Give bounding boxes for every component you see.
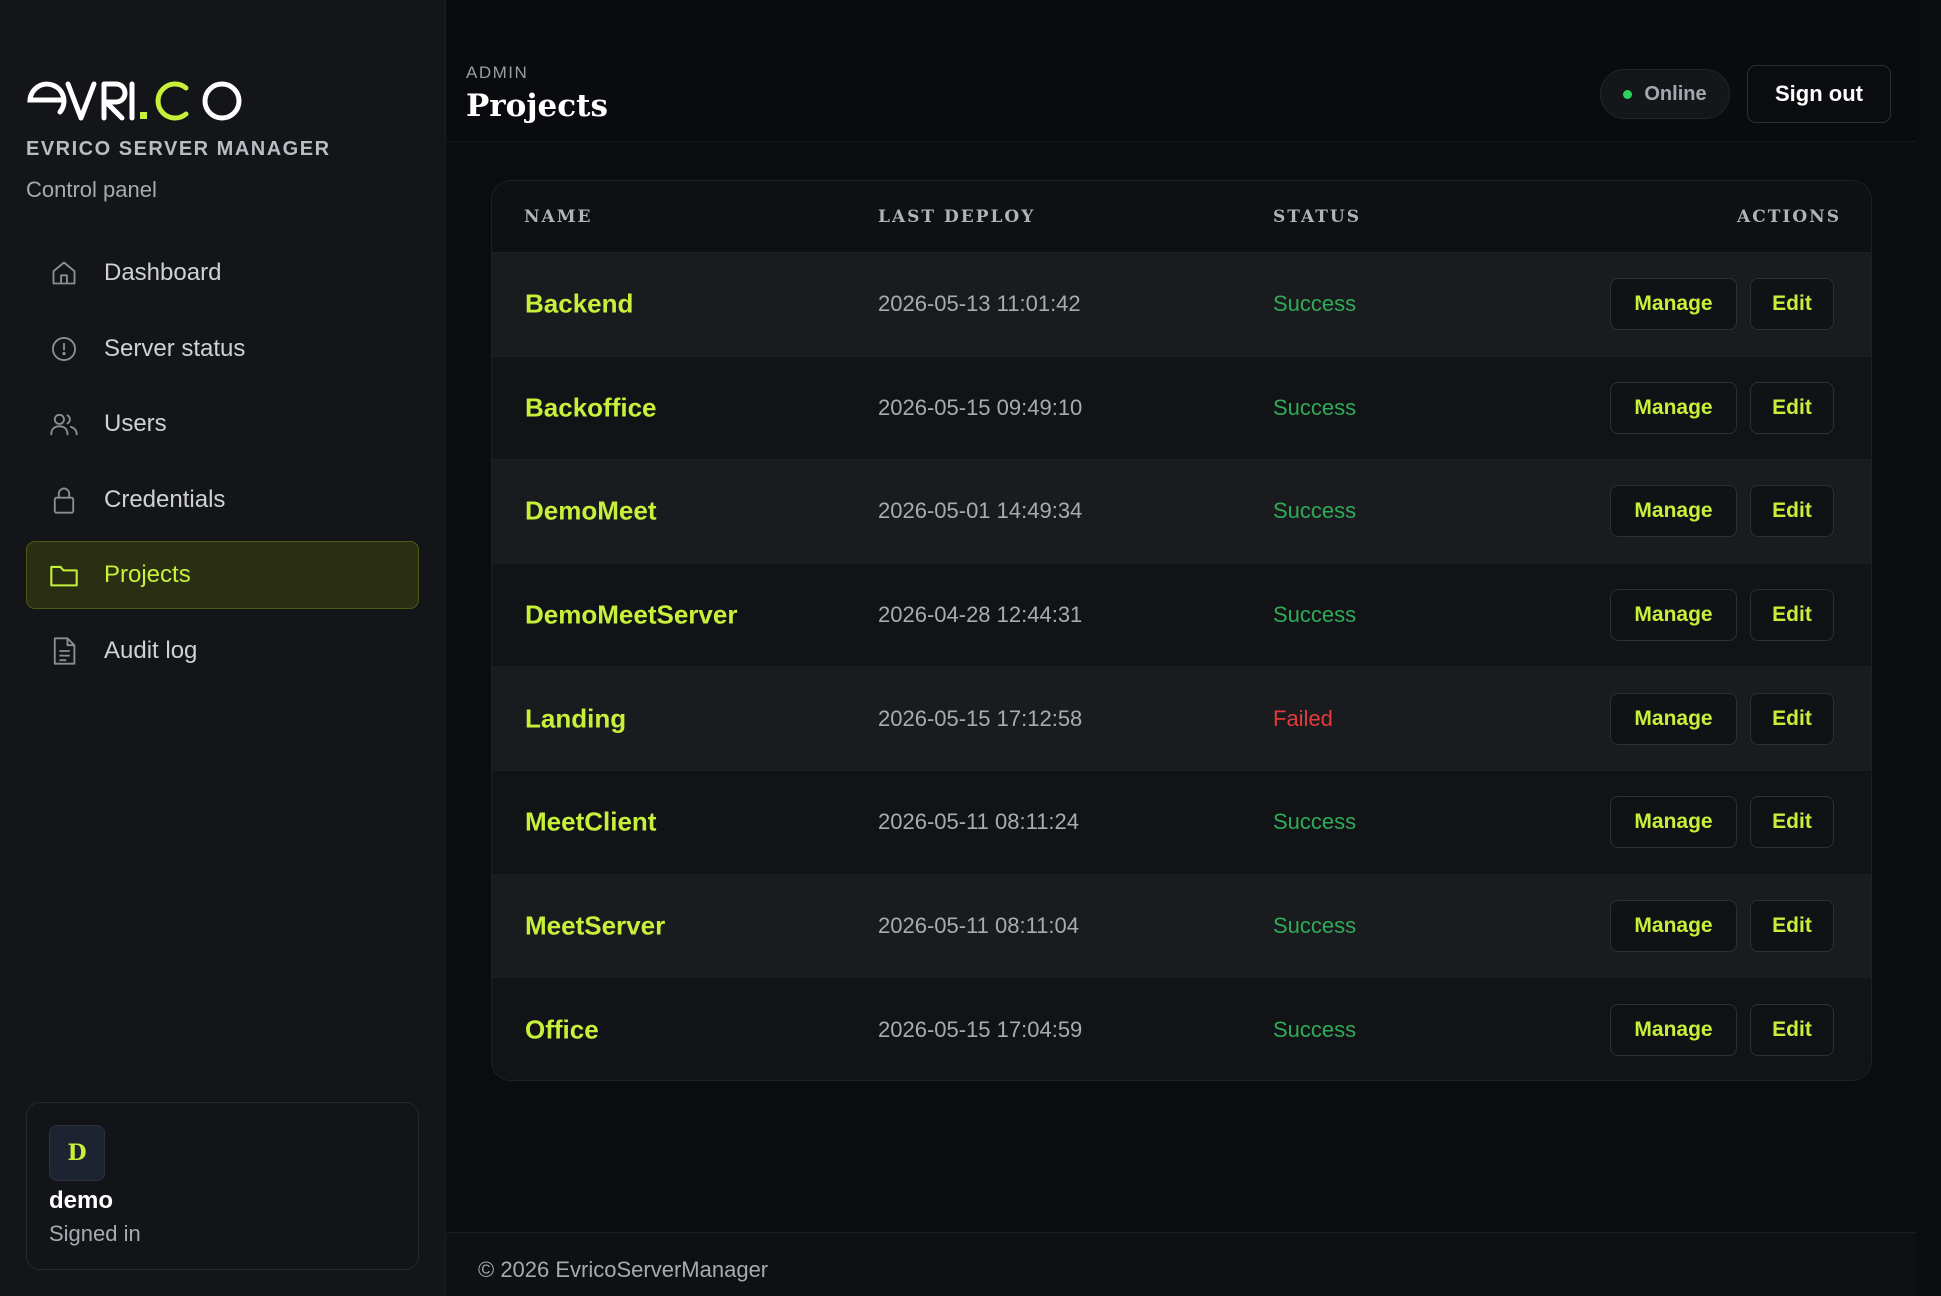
projects-table: NAME LAST DEPLOY STATUS ACTIONS Backend … <box>491 180 1872 1081</box>
sidebar-item-label: Projects <box>104 561 191 588</box>
manage-button[interactable]: Manage <box>1610 278 1737 331</box>
edit-button[interactable]: Edit <box>1750 899 1834 952</box>
status-cell: Failed <box>1273 705 1333 731</box>
project-name-link[interactable]: Landing <box>525 703 626 734</box>
sidebar-item-audit-log[interactable]: Audit log <box>26 617 419 685</box>
status-cell: Success <box>1273 912 1357 938</box>
table-row: MeetServer 2026-05-11 08:11:04 Success M… <box>492 874 1871 979</box>
column-header-actions: ACTIONS <box>1737 207 1841 227</box>
brand-subtitle: Control panel <box>26 177 157 202</box>
status-cell: Success <box>1273 291 1357 317</box>
manage-button[interactable]: Manage <box>1610 485 1737 538</box>
sidebar-item-projects[interactable]: Projects <box>26 541 419 609</box>
status-cell: Success <box>1273 1016 1357 1042</box>
project-name-link[interactable]: Backoffice <box>525 392 657 423</box>
sidebar: EVRICO SERVER MANAGER Control panel Dash… <box>0 0 446 1296</box>
table-row: DemoMeet 2026-05-01 14:49:34 Success Man… <box>492 460 1871 564</box>
manage-button[interactable]: Manage <box>1610 899 1737 952</box>
edit-button[interactable]: Edit <box>1750 485 1834 538</box>
edit-button[interactable]: Edit <box>1750 1003 1834 1056</box>
project-name-link[interactable]: DemoMeet <box>525 496 656 527</box>
edit-button[interactable]: Edit <box>1750 278 1834 331</box>
folder-icon <box>49 560 79 590</box>
last-deploy-cell: 2026-05-15 17:04:59 <box>878 1016 1083 1042</box>
sidebar-item-credentials[interactable]: Credentials <box>26 466 419 534</box>
home-icon <box>49 258 79 288</box>
edit-button[interactable]: Edit <box>1750 692 1834 745</box>
avatar: D <box>49 1125 105 1181</box>
manage-button[interactable]: Manage <box>1610 589 1737 642</box>
last-deploy-cell: 2026-05-13 11:01:42 <box>878 291 1081 317</box>
last-deploy-cell: 2026-05-15 09:49:10 <box>878 394 1083 420</box>
table-row: MeetClient 2026-05-11 08:11:24 Success M… <box>492 770 1871 875</box>
sidebar-item-label: Credentials <box>104 485 226 513</box>
edit-button[interactable]: Edit <box>1750 381 1834 434</box>
online-status-label: Online <box>1644 82 1707 105</box>
status-cell: Success <box>1273 498 1357 524</box>
user-name: demo <box>49 1187 114 1214</box>
column-header-status: STATUS <box>1273 207 1362 227</box>
page-footer: © 2026 EvricoServerManager <box>446 1232 1916 1296</box>
copyright-text: © 2026 EvricoServerManager <box>478 1257 769 1282</box>
manage-button[interactable]: Manage <box>1610 381 1737 434</box>
table-row: Backoffice 2026-05-15 09:49:10 Success M… <box>492 356 1871 461</box>
edit-button[interactable]: Edit <box>1750 796 1834 849</box>
last-deploy-cell: 2026-05-01 14:49:34 <box>878 498 1083 524</box>
lock-icon <box>49 485 79 515</box>
sidebar-item-label: Audit log <box>104 636 198 664</box>
evrico-logo <box>27 81 242 121</box>
document-icon <box>49 636 79 666</box>
brand-title: EVRICO SERVER MANAGER <box>26 138 331 160</box>
online-dot-icon <box>1623 89 1633 99</box>
status-cell: Success <box>1273 809 1357 835</box>
column-header-last-deploy: LAST DEPLOY <box>878 207 1036 227</box>
sidebar-item-label: Users <box>104 410 167 437</box>
project-name-link[interactable]: Backend <box>525 289 633 320</box>
sidebar-item-label: Dashboard <box>104 259 222 286</box>
users-icon <box>49 409 79 439</box>
sidebar-item-label: Server status <box>104 334 246 362</box>
table-row: Backend 2026-05-13 11:01:42 Success Mana… <box>492 253 1871 357</box>
project-name-link[interactable]: Office <box>525 1014 599 1045</box>
table-body: Backend 2026-05-13 11:01:42 Success Mana… <box>492 253 1871 1080</box>
edit-button[interactable]: Edit <box>1750 589 1834 642</box>
sidebar-item-dashboard[interactable]: Dashboard <box>26 239 419 307</box>
sidebar-item-users[interactable]: Users <box>26 390 419 458</box>
table-row: DemoMeetServer 2026-04-28 12:44:31 Succe… <box>492 563 1871 668</box>
project-name-link[interactable]: MeetServer <box>525 910 665 941</box>
status-cell: Success <box>1273 602 1357 628</box>
sidebar-item-server-status[interactable]: Server status <box>26 315 419 383</box>
sidebar-nav: Dashboard Server status Users Credential… <box>26 239 419 692</box>
manage-button[interactable]: Manage <box>1610 692 1737 745</box>
page-header: ADMIN Projects Online Sign out <box>446 0 1916 142</box>
manage-button[interactable]: Manage <box>1610 796 1737 849</box>
sign-out-button[interactable]: Sign out <box>1747 65 1891 123</box>
last-deploy-cell: 2026-05-11 08:11:04 <box>878 912 1080 938</box>
manage-button[interactable]: Manage <box>1610 1003 1737 1056</box>
last-deploy-cell: 2026-05-11 08:11:24 <box>878 809 1080 835</box>
user-card: D demo Signed in <box>26 1102 419 1270</box>
status-circle-icon <box>49 334 79 364</box>
online-status-badge: Online <box>1600 69 1730 119</box>
table-header: NAME LAST DEPLOY STATUS ACTIONS <box>492 181 1871 253</box>
status-cell: Success <box>1273 394 1357 420</box>
breadcrumb: ADMIN <box>466 63 529 82</box>
project-name-link[interactable]: DemoMeetServer <box>525 600 737 631</box>
table-row: Office 2026-05-15 17:04:59 Success Manag… <box>492 978 1871 1080</box>
last-deploy-cell: 2026-04-28 12:44:31 <box>878 602 1083 628</box>
page-title: Projects <box>466 88 608 124</box>
last-deploy-cell: 2026-05-15 17:12:58 <box>878 705 1083 731</box>
user-status: Signed in <box>49 1221 141 1246</box>
project-name-link[interactable]: MeetClient <box>525 807 656 838</box>
column-header-name: NAME <box>524 207 593 227</box>
table-row: Landing 2026-05-15 17:12:58 Failed Manag… <box>492 667 1871 771</box>
